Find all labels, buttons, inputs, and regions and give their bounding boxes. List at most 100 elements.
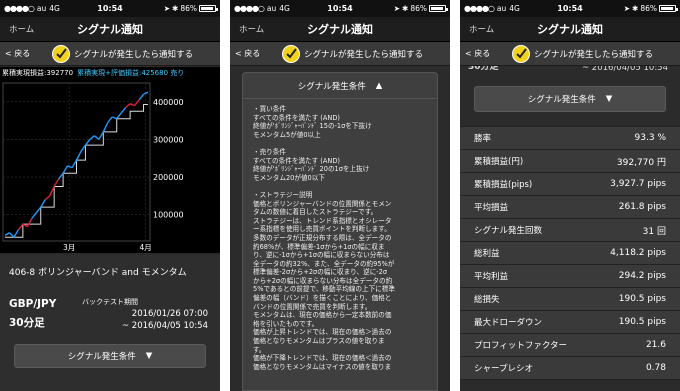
battery-icon bbox=[199, 5, 218, 12]
total-pl-segment bbox=[89, 135, 95, 140]
x-tick-label: 4月 bbox=[139, 243, 151, 252]
total-pl-segment bbox=[8, 232, 15, 238]
equity-chart-svg: 400000 300000 200000 100000 3月 4月 bbox=[2, 82, 184, 252]
total-pl-segment bbox=[40, 199, 46, 208]
home-button[interactable]: ホーム bbox=[0, 23, 34, 35]
backtest-period-label: バックテスト期間 bbox=[82, 298, 138, 306]
total-pl-segment bbox=[111, 116, 117, 120]
stats-row: 総損失 190.5 pips bbox=[460, 288, 680, 311]
total-pl-segment bbox=[17, 223, 24, 231]
stat-value: 190.5 pips bbox=[618, 317, 666, 327]
timeframe: 30分足 bbox=[9, 317, 45, 329]
total-pl-segment bbox=[67, 165, 73, 169]
total-pl-segment bbox=[75, 151, 82, 161]
y-tick-label: 300000 bbox=[153, 135, 184, 144]
total-pl-segment bbox=[58, 172, 64, 180]
battery-icon bbox=[429, 5, 448, 12]
total-pl-segment bbox=[107, 116, 113, 123]
stat-label: 平均損益 bbox=[474, 203, 509, 213]
total-pl-segment bbox=[116, 112, 122, 120]
phone-screen-chart: ●●●●○ au 4G 10:54 ➤ ✱ 86% ホーム シグナル通知 < 戻る シグ… bbox=[0, 0, 220, 391]
stat-value: 3,927.7 pips bbox=[610, 179, 666, 189]
stat-value: 294.2 pips bbox=[618, 271, 666, 281]
stats-row: 平均損益 261.8 pips bbox=[460, 196, 680, 219]
stat-value: 21.6 bbox=[645, 340, 666, 350]
notify-checkbox[interactable] bbox=[512, 44, 530, 63]
strategy-name: 406-8 ボリンジャーバンド and モメンタム bbox=[9, 268, 187, 278]
total-pl-segment bbox=[120, 107, 127, 114]
stat-value: 4,118.2 pips bbox=[610, 248, 666, 258]
strategy-info: 406-8 ボリンジャーバンド and モメンタム GBP/JPY 30分足 バ… bbox=[0, 255, 220, 391]
triangle-up-icon: ▲ bbox=[375, 80, 383, 91]
stats-row: 総利益 4,118.2 pips bbox=[460, 242, 680, 265]
clock: 10:54 bbox=[97, 4, 123, 13]
signal-conditions-label: シグナル発生条件 bbox=[67, 352, 136, 362]
total-pl-segment bbox=[49, 186, 55, 197]
total-pl-segment bbox=[80, 144, 87, 152]
total-pl-segment bbox=[53, 178, 60, 187]
y-tick-label: 400000 bbox=[153, 98, 184, 107]
back-button[interactable]: < 戻る bbox=[460, 48, 512, 59]
back-button[interactable]: < 戻る bbox=[230, 48, 282, 59]
sub-toolbar: < 戻る シグナルが発生したら通知する bbox=[230, 42, 450, 66]
stat-label: 累積損益(pips) bbox=[474, 180, 533, 190]
signal-conditions-label: シグナル発生条件 bbox=[297, 81, 366, 92]
currency-pair: GBP/JPY bbox=[9, 298, 57, 310]
stat-label: シャープレシオ bbox=[474, 364, 533, 374]
status-bar: ●●●●○ au 4G 10:54 ➤ ✱ 86% bbox=[230, 0, 450, 17]
total-pl-segment bbox=[44, 195, 51, 201]
total-pl-segment bbox=[31, 212, 37, 219]
total-pl-segment bbox=[125, 103, 131, 108]
stat-label: シグナル発生回数 bbox=[474, 226, 543, 236]
signal-conditions-toggle[interactable]: シグナル発生条件 ▲ bbox=[243, 73, 437, 99]
total-pl-segment bbox=[129, 103, 135, 107]
notify-checkbox[interactable] bbox=[282, 44, 300, 63]
stats-row: シグナル発生回数 31 回 bbox=[460, 219, 680, 242]
home-button[interactable]: ホーム bbox=[460, 23, 494, 35]
home-button[interactable]: ホーム bbox=[230, 23, 264, 35]
total-pl-segment bbox=[138, 93, 145, 101]
total-pl-segment bbox=[134, 99, 140, 107]
nav-bar: ホーム シグナル通知 bbox=[460, 17, 680, 42]
checkmark-icon bbox=[55, 48, 67, 59]
signal-conditions-panel: シグナル発生条件 ▲ ・買い条件 すべての条件を満たす (AND) 終値が'ﾎﾞﾘ… bbox=[242, 72, 438, 391]
nav-bar: ホーム シグナル通知 bbox=[0, 17, 220, 42]
sub-toolbar: < 戻る シグナルが発生したら通知する bbox=[460, 42, 680, 66]
total-pl-segment bbox=[62, 165, 69, 174]
total-pl-segment bbox=[35, 206, 42, 214]
signal-conditions-label: シグナル発生条件 bbox=[527, 95, 596, 105]
signal-conditions-button[interactable]: シグナル発生条件 ▼ bbox=[14, 344, 206, 368]
total-pl-segment bbox=[26, 218, 33, 228]
stat-value: 31 回 bbox=[642, 226, 666, 237]
equity-chart: 累積実現損益:392770 累積実現+評価損益:425680 売り 400000 3… bbox=[0, 67, 220, 253]
y-tick-label: 100000 bbox=[153, 211, 184, 220]
stats-row: 最大ドローダウン 190.5 pips bbox=[460, 311, 680, 334]
back-button[interactable]: < 戻る bbox=[0, 48, 52, 59]
total-pl-segment bbox=[98, 131, 104, 140]
clock: 10:54 bbox=[327, 4, 353, 13]
triangle-down-icon: ▼ bbox=[605, 94, 613, 104]
y-tick-label: 200000 bbox=[153, 173, 184, 182]
notify-label: シグナルが発生したら通知する bbox=[534, 49, 654, 60]
status-bar: ●●●●○ au 4G 10:54 ➤ ✱ 86% bbox=[460, 0, 680, 17]
stats-row: シャープレシオ 0.78 bbox=[460, 357, 680, 380]
total-pl-segment bbox=[143, 91, 149, 95]
stats-row: 勝率 93.3 % bbox=[460, 127, 680, 150]
stat-label: 総損失 bbox=[474, 295, 500, 305]
clock: 10:54 bbox=[557, 4, 583, 13]
stats-table: 勝率 93.3 % 累積損益(円) 392,770 円 累積損益(pips) 3,92… bbox=[460, 126, 680, 380]
stat-label: 最大ドローダウン bbox=[474, 318, 543, 328]
total-pl-segment bbox=[13, 229, 20, 238]
stats-row: 平均利益 294.2 pips bbox=[460, 265, 680, 288]
chart-realized-label: 累積実現損益:392770 bbox=[2, 69, 74, 77]
stat-label: 平均利益 bbox=[474, 272, 509, 282]
battery-icon bbox=[659, 5, 678, 12]
notify-label: シグナルが発生したら通知する bbox=[304, 49, 424, 60]
notify-checkbox[interactable] bbox=[52, 44, 70, 63]
total-pl-segment bbox=[4, 232, 10, 236]
signal-conditions-button[interactable]: シグナル発生条件 ▼ bbox=[474, 86, 666, 112]
chart-total-label: 累積実現+評価損益:425680 売り bbox=[77, 69, 185, 77]
notify-label: シグナルが発生したら通知する bbox=[74, 49, 194, 60]
total-pl-segment bbox=[84, 138, 91, 146]
stat-label: プロフィットファクター bbox=[474, 341, 567, 351]
